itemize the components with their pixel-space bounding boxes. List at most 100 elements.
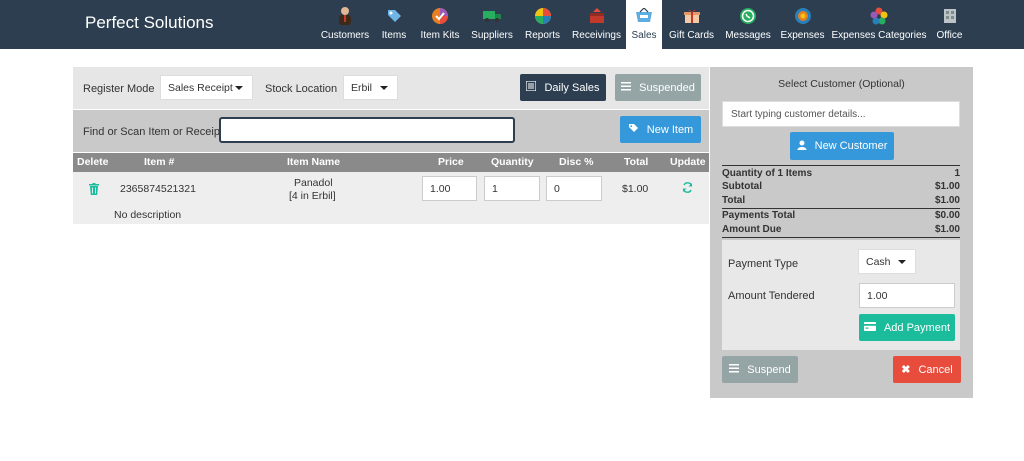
nav-messages[interactable]: Messages [725, 0, 771, 49]
divider [722, 208, 960, 209]
items-icon [384, 6, 404, 26]
divider [722, 237, 960, 238]
cancel-button[interactable]: ✖ Cancel [893, 356, 961, 383]
top-navbar: Perfect Solutions Customers Items Item K… [0, 0, 1024, 49]
nav-sales[interactable]: Sales [626, 0, 662, 49]
header-quantity: Quantity [491, 156, 534, 168]
suspend-button[interactable]: Suspend [722, 356, 798, 383]
gift-cards-icon [682, 6, 702, 26]
quantity-label: Quantity of 1 Items [722, 168, 813, 179]
summary-payments-total: Payments Total $0.00 [722, 210, 960, 221]
nav-label: Messages [725, 30, 771, 41]
header-total: Total [624, 156, 649, 168]
reports-icon [533, 6, 553, 26]
nav-receivings[interactable]: Receivings [572, 0, 621, 49]
chevron-down-icon [235, 86, 243, 90]
trash-icon[interactable] [89, 183, 99, 198]
item-search-input[interactable] [219, 117, 515, 143]
item-kits-icon [430, 6, 450, 26]
register-mode-label: Register Mode [83, 83, 155, 95]
credit-card-icon [863, 321, 876, 334]
new-item-button[interactable]: New Item [620, 116, 701, 143]
register-mode-select[interactable]: Sales Receipt [160, 75, 253, 100]
nav-item-kits[interactable]: Item Kits [420, 0, 460, 49]
close-icon: ✖ [901, 364, 911, 376]
payments-total-value: $0.00 [934, 210, 960, 221]
header-price: Price [438, 156, 464, 168]
suspended-button[interactable]: Suspended [615, 74, 701, 101]
nav-label: Suppliers [471, 30, 513, 41]
customer-payment-panel: Select Customer (Optional) Start typing … [710, 67, 973, 398]
office-icon [940, 6, 960, 26]
nav-customers[interactable]: Customers [320, 0, 370, 49]
stock-location-label: Stock Location [265, 83, 338, 95]
refresh-icon[interactable] [682, 182, 693, 196]
nav-label: Office [936, 30, 963, 41]
customer-search-input[interactable]: Start typing customer details... [722, 101, 960, 127]
payment-type-value: Cash [866, 255, 891, 268]
new-item-label: New Item [646, 123, 694, 136]
stock-location-value: Erbil [351, 81, 373, 94]
daily-sales-label: Daily Sales [544, 81, 600, 94]
register-mode-value: Sales Receipt [168, 81, 233, 94]
subtotal-label: Subtotal [722, 181, 762, 192]
item-stock-note: [4 in Erbil] [289, 190, 336, 202]
discount-input[interactable]: 0 [546, 176, 602, 201]
nav-label: Customers [320, 30, 370, 41]
amount-due-value: $1.00 [934, 224, 960, 235]
add-payment-button[interactable]: Add Payment [859, 314, 955, 341]
payment-box: Payment Type Cash Amount Tendered 1.00 A… [722, 240, 960, 350]
nav-label: Items [381, 30, 407, 41]
receivings-icon [587, 6, 607, 26]
item-number: 2365874521321 [120, 183, 196, 195]
item-description: No description [114, 209, 182, 221]
new-customer-label: New Customer [814, 140, 888, 152]
subtotal-value: $1.00 [934, 181, 960, 192]
add-payment-label: Add Payment [883, 321, 951, 334]
summary-amount-due: Amount Due $1.00 [722, 224, 960, 235]
item-name: Panadol [294, 177, 333, 189]
brand-title[interactable]: Perfect Solutions [85, 13, 214, 33]
payment-type-select[interactable]: Cash [858, 249, 916, 274]
header-item-number: Item # [144, 156, 175, 168]
suspend-label: Suspend [747, 363, 791, 376]
list-icon [621, 81, 632, 94]
header-update: Update [670, 156, 706, 168]
price-input[interactable]: 1.00 [422, 176, 477, 201]
payments-total-label: Payments Total [722, 210, 796, 221]
quantity-value: 1 [954, 168, 960, 179]
customers-icon [335, 6, 355, 26]
nav-expenses-categories[interactable]: Expenses Categories [831, 0, 927, 49]
nav-gift-cards[interactable]: Gift Cards [669, 0, 714, 49]
chevron-down-icon [898, 260, 906, 264]
summary-subtotal: Subtotal $1.00 [722, 181, 960, 192]
amount-tendered-input[interactable]: 1.00 [859, 283, 955, 308]
nav-office[interactable]: Office [935, 0, 964, 49]
nav-label: Expenses Categories [831, 30, 927, 41]
summary-quantity: Quantity of 1 Items 1 [722, 168, 960, 179]
list-icon [525, 80, 538, 94]
total-label: Total [722, 195, 746, 206]
line-total: $1.00 [622, 183, 649, 195]
nav-expenses[interactable]: Expenses [781, 0, 824, 49]
chevron-down-icon [380, 86, 388, 90]
amount-due-label: Amount Due [722, 224, 782, 235]
table-row: 2365874521321 Panadol [4 in Erbil] 1.00 … [73, 172, 709, 224]
nav-reports[interactable]: Reports [525, 0, 560, 49]
suspended-label: Suspended [639, 81, 695, 94]
new-customer-button[interactable]: New Customer [790, 132, 894, 160]
nav-label: Reports [525, 30, 561, 41]
nav-label: Receivings [572, 30, 621, 41]
quantity-input[interactable]: 1 [484, 176, 540, 201]
daily-sales-button[interactable]: Daily Sales [520, 74, 606, 101]
nav-items[interactable]: Items [381, 0, 407, 49]
list-icon [729, 363, 740, 376]
stock-location-select[interactable]: Erbil [343, 75, 398, 100]
header-item-name: Item Name [287, 156, 341, 168]
cart-table-header: Delete Item # Item Name Price Quantity D… [73, 153, 709, 172]
expenses-categories-icon [869, 6, 889, 26]
user-icon [797, 140, 807, 153]
nav-label: Sales [631, 30, 657, 41]
header-delete: Delete [77, 156, 109, 168]
nav-suppliers[interactable]: Suppliers [471, 0, 513, 49]
